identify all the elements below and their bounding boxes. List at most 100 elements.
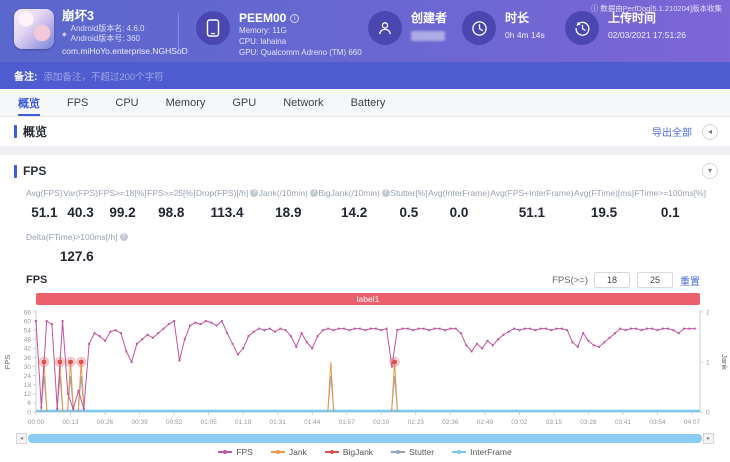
tab-battery[interactable]: Battery xyxy=(351,89,386,116)
legend-marker xyxy=(270,450,285,454)
stat-fps-18: FPS>=18[%] 99.2 xyxy=(98,188,146,220)
tab-memory[interactable]: Memory xyxy=(166,89,206,116)
fps-panel: FPS ▾ Avg(FPS) 51.1 Var(FPS) 40.3 FPS>=18[%]… xyxy=(0,155,730,462)
fps-threshold-input-1[interactable] xyxy=(594,272,630,288)
stat-value: 127.6 xyxy=(59,249,94,264)
reset-button[interactable]: 重置 xyxy=(680,273,700,288)
svg-text:03:54: 03:54 xyxy=(649,419,666,426)
stat-label: Avg(InterFrame) xyxy=(428,188,490,198)
svg-text:FPS: FPS xyxy=(3,355,12,370)
stat-label: Var(FPS) xyxy=(63,188,98,198)
legend-item-bigjank[interactable]: BigJank xyxy=(324,447,374,457)
svg-text:01:44: 01:44 xyxy=(304,419,321,426)
stat-value: 0.5 xyxy=(399,205,419,220)
stat-fps-25: FPS>=25[%] 98.8 xyxy=(147,188,195,220)
fps-threshold-input-2[interactable] xyxy=(637,272,673,288)
svg-text:00:26: 00:26 xyxy=(97,419,114,426)
svg-text:02:23: 02:23 xyxy=(408,419,425,426)
fps-chart[interactable]: 0612182430364248546066FPS012Jank00:00 00:… xyxy=(0,306,730,432)
stat-info-icon[interactable]: ? xyxy=(309,189,318,197)
stat-info-icon[interactable]: ? xyxy=(381,189,390,197)
stat-value: 18.9 xyxy=(275,205,302,220)
svg-text:01:57: 01:57 xyxy=(339,419,356,426)
export-all-link[interactable]: 导出全部 xyxy=(652,124,692,139)
legend-item-jank[interactable]: Jank xyxy=(270,447,307,457)
svg-text:30: 30 xyxy=(24,364,32,371)
fps-section-title: FPS xyxy=(23,164,47,178)
stat-bigjank-10min: BigJank(/10min)? 14.2 xyxy=(318,188,390,220)
diamond-icon: ◆ xyxy=(62,31,67,38)
clock-icon xyxy=(462,11,496,45)
stat-info-icon[interactable]: ? xyxy=(250,189,259,197)
svg-text:00:00: 00:00 xyxy=(28,419,45,426)
tab-fps[interactable]: FPS xyxy=(67,89,88,116)
stat-label: BigJank(/10min) xyxy=(318,188,380,198)
stat-value: 98.8 xyxy=(158,205,185,220)
svg-text:02:49: 02:49 xyxy=(477,419,494,426)
scrollbar-left-arrow[interactable]: ◂ xyxy=(16,433,27,444)
tab-gpu[interactable]: GPU xyxy=(232,89,256,116)
note-bar[interactable]: 备注: 添加备注，不超过200个字符 xyxy=(0,62,730,89)
svg-text:02:10: 02:10 xyxy=(373,419,390,426)
overview-collapse-button[interactable]: ◂ xyxy=(702,123,718,140)
svg-text:01:05: 01:05 xyxy=(200,419,217,426)
svg-text:00:13: 00:13 xyxy=(62,419,79,426)
section-gap xyxy=(0,146,730,155)
upload-time-value: 02/03/2021 17:51:26 xyxy=(608,30,686,40)
svg-text:6: 6 xyxy=(27,400,31,407)
creator-name-redacted xyxy=(411,31,445,41)
device-name: PEEM00 xyxy=(239,11,287,25)
scrollbar-right-arrow[interactable]: ▸ xyxy=(703,433,714,444)
section-accent-bar xyxy=(14,125,17,138)
svg-text:04:07: 04:07 xyxy=(684,419,701,426)
svg-text:01:18: 01:18 xyxy=(235,419,252,426)
stat-value: 0.1 xyxy=(660,205,680,220)
perfdog-report-page: 崩坏3 ◆ Android版本名: 4.6.0 Android版本号: 360 … xyxy=(0,0,730,462)
legend-marker xyxy=(218,450,233,454)
fps-stats-row: Avg(FPS) 51.1 Var(FPS) 40.3 FPS>=18[%] 99.2 FP… xyxy=(0,180,730,220)
svg-text:03:28: 03:28 xyxy=(580,419,597,426)
svg-text:00:52: 00:52 xyxy=(166,419,183,426)
legend-item-stutter[interactable]: Stutter xyxy=(391,447,434,457)
device-memory: Memory: 11G xyxy=(239,26,287,35)
fps-threshold-label: FPS(>=) xyxy=(552,274,588,286)
duration-block: 时长 0h 4m 14s xyxy=(462,11,545,45)
app-package: com.miHoYo.enterprise.NGHSoD xyxy=(62,46,188,56)
duration-value: 0h 4m 14s xyxy=(505,30,545,40)
stat-label: Jank(/10min) xyxy=(258,188,308,198)
svg-text:42: 42 xyxy=(24,346,32,353)
legend-label: InterFrame xyxy=(470,447,512,457)
scrollbar-track[interactable] xyxy=(28,434,702,443)
svg-text:0: 0 xyxy=(706,409,710,416)
legend-label: BigJank xyxy=(342,447,374,457)
svg-text:01:31: 01:31 xyxy=(270,419,287,426)
overview-title: 概览 xyxy=(23,125,48,139)
stat-stutter: Stutter[%] 0.5 xyxy=(390,188,427,220)
tab-network[interactable]: Network xyxy=(283,89,323,116)
svg-text:0: 0 xyxy=(27,409,31,416)
stat-info-icon[interactable]: ? xyxy=(119,233,128,241)
tab-cpu[interactable]: CPU xyxy=(115,89,138,116)
note-placeholder[interactable]: 添加备注，不超过200个字符 xyxy=(43,69,163,83)
app-version-name: Android版本名: 4.6.0 xyxy=(70,24,145,33)
tab-overview[interactable]: 概览 xyxy=(18,89,40,116)
creator-block: 创建者 xyxy=(368,11,447,45)
creator-label: 创建者 xyxy=(411,11,448,25)
device-info-icon[interactable]: i xyxy=(290,13,300,23)
svg-text:2: 2 xyxy=(706,309,710,316)
svg-text:03:15: 03:15 xyxy=(546,419,563,426)
svg-text:24: 24 xyxy=(24,373,32,380)
phone-icon xyxy=(196,11,230,45)
stat-label: Drop(FPS)[/h] xyxy=(195,188,249,198)
fps-collapse-button[interactable]: ▾ xyxy=(702,163,718,179)
svg-text:48: 48 xyxy=(24,337,32,344)
legend-item-fps[interactable]: FPS xyxy=(218,447,253,457)
svg-text:54: 54 xyxy=(24,327,32,334)
stat-value: 14.2 xyxy=(340,205,368,220)
legend-item-interframe[interactable]: InterFrame xyxy=(452,447,512,457)
perfdog-version-note: ⓘ 数据由PerfDog[5.1.210204]版本收集 xyxy=(590,4,722,13)
stat-value: 113.4 xyxy=(210,205,244,220)
stat-value: 0.0 xyxy=(449,205,469,220)
fps-section-header: FPS ▾ xyxy=(0,155,730,180)
stat-value: 99.2 xyxy=(109,205,136,220)
